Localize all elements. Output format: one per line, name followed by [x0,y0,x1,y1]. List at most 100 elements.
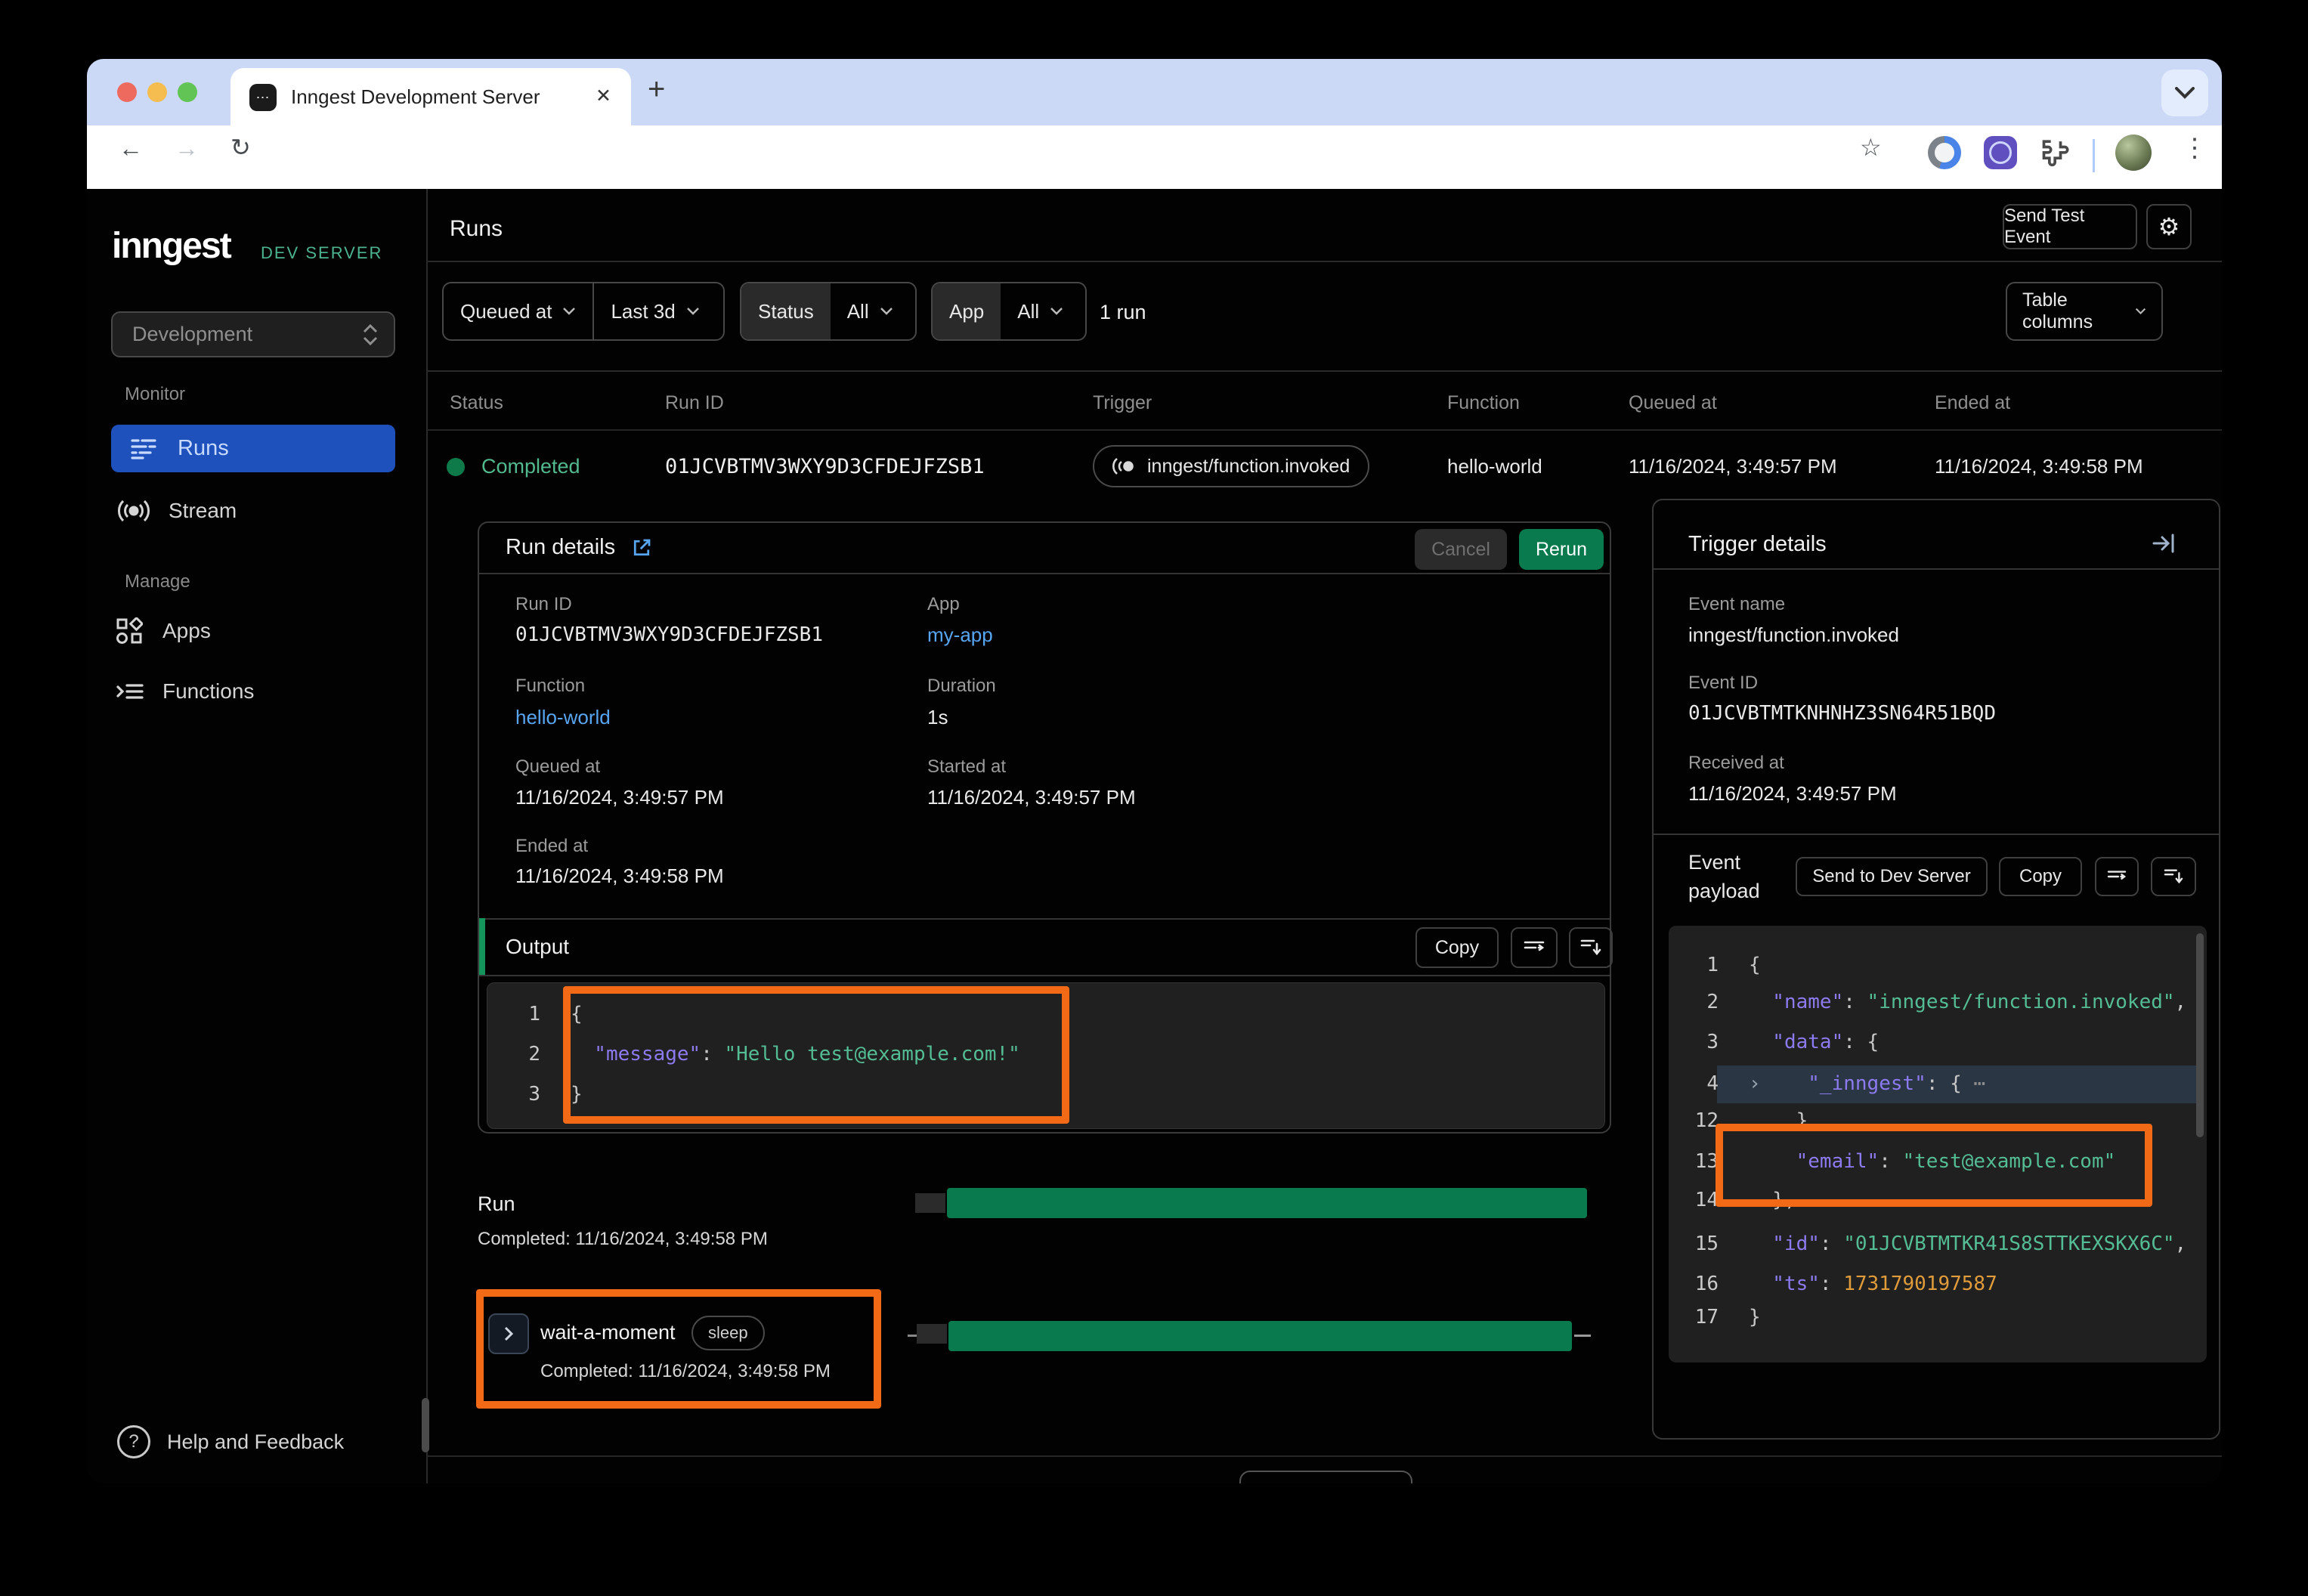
event-payload-label-1: Event [1688,851,1740,874]
time-field-value: Queued at [460,300,552,323]
app-link[interactable]: my-app [927,623,993,647]
run-completed-text: Completed: 11/16/2024, 3:49:58 PM [478,1229,768,1250]
step-timeline-bar[interactable] [948,1321,1572,1351]
fold-chevron-icon[interactable]: › [1749,1072,1761,1095]
avatar[interactable] [2115,135,2152,171]
payload-code-block: 1{ 2 "name": "inngest/function.invoked",… [1669,926,2207,1362]
chevron-down-icon [2175,87,2195,99]
run-timeline-bar[interactable] [947,1188,1587,1218]
step-queued-segment [917,1324,947,1344]
reload-icon[interactable]: ↻ [230,133,251,162]
app-filter[interactable]: App All [931,282,1087,341]
tab-title: Inngest Development Server [291,85,540,109]
time-range-selector[interactable]: Last 3d [594,283,716,339]
step-expand-button[interactable] [488,1313,529,1354]
ended-value: 11/16/2024, 3:49:58 PM [515,865,724,888]
sidebar-item-stream[interactable]: Stream [111,488,395,534]
time-field-selector[interactable]: Queued at [444,283,592,339]
duration-value: 1s [927,706,948,729]
rerun-button[interactable]: Rerun [1519,529,1604,570]
status-filter-label-seg: Status [741,283,831,339]
browser-tab[interactable]: ⋯ Inngest Development Server ✕ [230,68,631,125]
toolbar-divider [2093,139,2095,172]
bookmark-star-icon[interactable]: ☆ [1860,133,1882,162]
col-trigger: Trigger [1093,392,1152,414]
payload-scrollbar-thumb[interactable] [2196,933,2204,1137]
status-filter-value: All [847,300,869,323]
close-window-button[interactable] [117,82,137,102]
event-name-value: inngest/function.invoked [1688,623,1899,647]
stream-broadcast-icon [117,498,150,524]
clipped-bottom-button[interactable] [1239,1471,1412,1483]
collapse-panel-icon[interactable] [2152,532,2177,555]
forward-icon[interactable]: → [175,135,199,162]
chevron-down-icon [2135,307,2146,316]
run-details-card: Run details Cancel Rerun Run ID 01JCVBTM… [478,521,1611,1134]
payload-copy-label: Copy [2019,866,2062,887]
step-highlight-box [476,1289,881,1409]
function-link[interactable]: hello-world [515,706,611,729]
close-tab-icon[interactable]: ✕ [596,85,611,107]
sidebar-item-functions[interactable]: Functions [111,669,395,714]
sidebar-item-runs[interactable]: Runs [111,425,395,472]
inngest-app: inngest DEV SERVER Development Monitor R… [87,189,2222,1483]
status-filter-value-seg[interactable]: All [831,283,910,339]
cancel-button[interactable]: Cancel [1415,529,1507,570]
inngest-favicon-icon: ⋯ [249,84,277,111]
back-icon[interactable]: ← [119,135,143,162]
maximize-window-button[interactable] [178,82,197,102]
scroll-to-bottom-button[interactable] [1569,927,1613,968]
settings-button[interactable]: ⚙ [2146,204,2192,249]
payload-scroll-bottom-button[interactable] [2151,857,2196,896]
event-id-value: 01JCVBTMTKNHNHZ3SN64R51BQD [1688,702,1996,725]
time-field-filter[interactable]: Queued at Last 3d [442,282,725,341]
minimize-window-button[interactable] [147,82,167,102]
password-extension-icon[interactable] [1928,136,1961,169]
step-name[interactable]: wait-a-moment [540,1321,676,1344]
payload-word-wrap-button[interactable] [2095,857,2139,896]
scroll-down-icon [2164,868,2183,886]
sidebar-item-apps[interactable]: Apps [111,608,395,654]
output-header-divider [479,975,1610,976]
chevron-down-icon [686,307,700,316]
word-wrap-button[interactable] [1511,927,1558,968]
functions-icon [116,679,144,704]
chevron-down-icon [562,307,576,316]
browser-menu-kebab-icon[interactable]: ⋮ [2182,133,2207,163]
cancel-label: Cancel [1431,539,1490,561]
header-divider [427,261,2222,262]
started-label: Started at [927,756,1006,778]
output-copy-button[interactable]: Copy [1415,927,1499,968]
event-payload-label-2: payload [1688,880,1760,903]
queued-value: 11/16/2024, 3:49:57 PM [515,786,724,809]
queued-label: Queued at [515,756,600,778]
environment-select[interactable]: Development [111,311,395,357]
row-run-id[interactable]: 01JCVBTMV3WXY9D3CFDEJFZSB1 [665,455,985,478]
apps-grid-icon [116,617,143,645]
tab-search-button[interactable] [2161,70,2208,116]
extensions-puzzle-icon[interactable] [2040,135,2073,168]
external-link-icon[interactable] [630,537,653,559]
trigger-badge[interactable]: inngest/function.invoked [1093,445,1369,487]
send-to-dev-server-button[interactable]: Send to Dev Server [1796,857,1988,896]
step-bar-right-tick [1574,1335,1591,1337]
help-and-feedback[interactable]: ? Help and Feedback [111,1419,413,1465]
dev-server-badge: DEV SERVER [261,243,382,263]
event-id-label: Event ID [1688,673,1758,694]
col-run-id: Run ID [665,392,724,414]
new-tab-button[interactable]: + [648,73,665,107]
ended-label: Ended at [515,836,588,857]
scrollbar-thumb[interactable] [422,1398,429,1452]
sidebar-item-runs-label: Runs [178,436,229,461]
step-completed-text: Completed: 11/16/2024, 3:49:58 PM [540,1361,831,1382]
code-line: 1{ [1684,952,1761,978]
table-columns-label: Table columns [2022,289,2123,333]
purple-extension-icon[interactable] [1984,136,2017,169]
app-filter-value-seg[interactable]: All [1001,283,1080,339]
step-type-badge: sleep [691,1316,765,1350]
payload-copy-button[interactable]: Copy [1999,857,2082,896]
send-test-event-button[interactable]: Send Test Event [2003,204,2137,249]
table-columns-button[interactable]: Table columns [2006,282,2163,341]
output-copy-label: Copy [1435,937,1479,959]
status-filter[interactable]: Status All [740,282,917,341]
